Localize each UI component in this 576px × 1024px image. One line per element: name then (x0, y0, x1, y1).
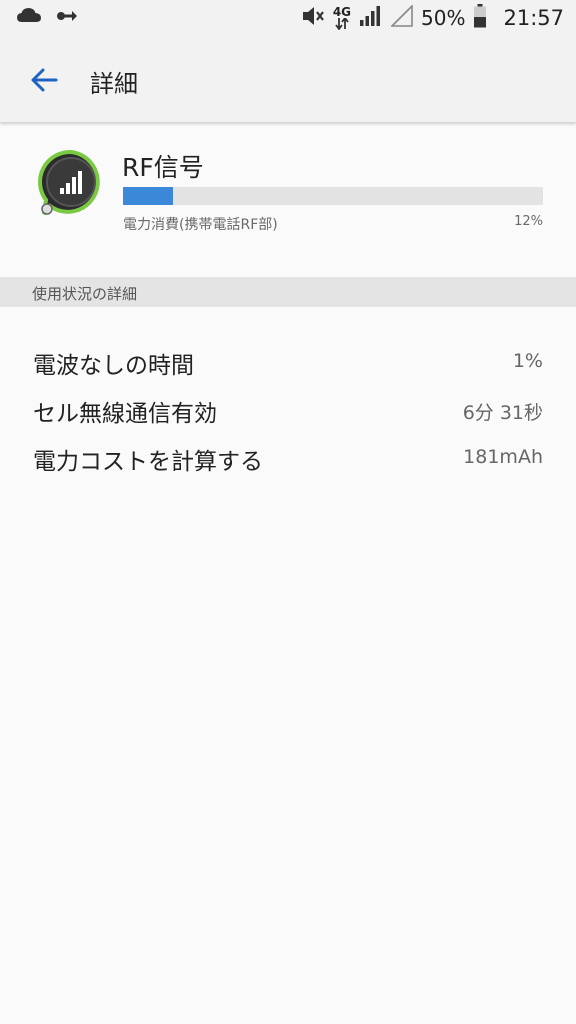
detail-label: セル無線通信有効 (33, 401, 217, 427)
section-title: 使用状況の詳細 (32, 285, 138, 303)
battery-icon (473, 4, 487, 32)
rf-signal-icon (36, 148, 106, 220)
detail-value: 181mAh (463, 446, 543, 468)
detail-value: 6分 31秒 (462, 402, 543, 424)
detail-label: 電波なしの時間 (33, 353, 194, 379)
back-button[interactable] (22, 60, 66, 104)
signal-empty-icon (390, 4, 413, 31)
mute-icon (301, 5, 325, 31)
app-bar: 詳細 (0, 40, 576, 122)
status-bar: 4G 50% 21:57 (0, 0, 576, 40)
detail-value: 1% (512, 350, 543, 372)
signal-icon (359, 5, 383, 31)
list-item: セル無線通信有効 6分 31秒 (0, 388, 576, 436)
usage-progress-fill (123, 187, 174, 205)
key-icon (56, 8, 78, 27)
section-header: 使用状況の詳細 (0, 277, 576, 307)
status-time: 21:57 (503, 6, 564, 30)
list-item: 電力コストを計算する 181mAh (0, 436, 576, 484)
app-info-card: RF信号 電力消費(携帯電話RF部) 12% (0, 130, 576, 270)
detail-label: 電力コストを計算する (33, 449, 263, 475)
app-name: RF信号 (122, 153, 204, 182)
usage-progress-bar (123, 187, 543, 205)
page-title: 詳細 (90, 70, 138, 98)
status-bar-left (16, 6, 78, 28)
usage-percent: 12% (514, 214, 543, 229)
arrow-back-icon (30, 68, 58, 96)
battery-percent: 50% (421, 6, 466, 30)
cloud-icon (16, 6, 42, 28)
network-4g-label: 4G (332, 4, 352, 19)
usage-caption: 電力消費(携帯電話RF部) (123, 217, 278, 233)
detail-list: 電波なしの時間 1% セル無線通信有効 6分 31秒 電力コストを計算する 18… (0, 340, 576, 484)
status-bar-right: 4G 50% 21:57 (301, 4, 564, 32)
network-4g-icon: 4G (332, 4, 352, 30)
list-item: 電波なしの時間 1% (0, 340, 576, 388)
